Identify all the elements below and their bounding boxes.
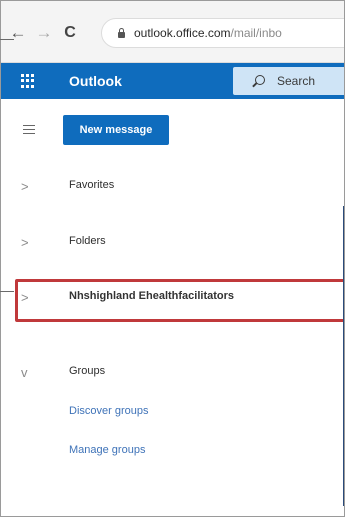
search-placeholder: Search [277, 74, 316, 88]
url-path: /mail/inbo [230, 26, 282, 40]
url-host: outlook.office.com [134, 26, 231, 40]
new-message-button[interactable]: New message [63, 115, 169, 145]
sidebar-item-favorites[interactable]: > Favorites [1, 172, 344, 202]
forward-arrow-icon[interactable]: → [33, 23, 55, 43]
discover-groups-link[interactable]: Discover groups [69, 405, 148, 417]
chevron-down-icon[interactable]: v [21, 366, 28, 380]
highlight-annotation [15, 279, 344, 322]
search-icon [255, 75, 265, 85]
sidebar-item-label: Folders [69, 235, 106, 247]
sidebar-item-folders[interactable]: > Folders [1, 228, 344, 258]
sidebar-item-groups[interactable]: v Groups [1, 358, 344, 388]
hamburger-icon[interactable] [23, 125, 35, 134]
callout-line [0, 291, 14, 292]
back-arrow-icon[interactable]: ← [7, 23, 29, 43]
manage-groups-link[interactable]: Manage groups [69, 444, 145, 456]
callout-line [0, 39, 14, 40]
pane-divider [343, 206, 344, 506]
chevron-right-icon[interactable]: > [21, 180, 29, 194]
reload-icon[interactable]: C [59, 23, 81, 43]
sidebar-item-label: Favorites [69, 179, 115, 191]
address-bar[interactable]: outlook.office.com/mail/inbo [101, 18, 344, 48]
app-title[interactable]: Outlook [69, 73, 122, 89]
sidebar-item-label: Groups [69, 365, 106, 377]
screenshot-frame: ← → C outlook.office.com/mail/inbo Outlo… [0, 0, 345, 517]
browser-toolbar: ← → C outlook.office.com/mail/inbo [1, 1, 344, 63]
chevron-right-icon[interactable]: > [21, 236, 29, 250]
lock-icon [118, 28, 125, 38]
waffle-icon[interactable] [21, 74, 35, 88]
search-input[interactable]: Search [233, 67, 344, 95]
outlook-header: Outlook Search [1, 63, 344, 99]
